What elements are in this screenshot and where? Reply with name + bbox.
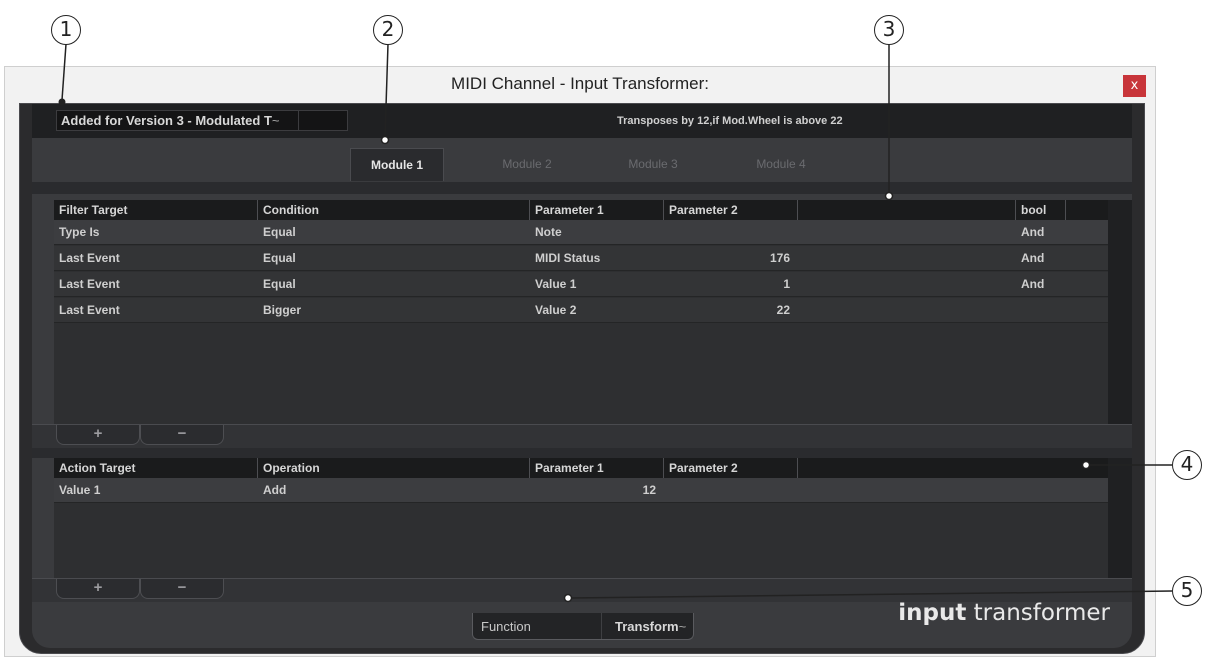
header-parameter-2[interactable]: Parameter 2 (664, 200, 798, 220)
cell-filter-target[interactable]: Last Event (54, 246, 258, 270)
remove-action-button[interactable]: − (140, 579, 224, 599)
cell-parameter-1[interactable]: 12 (530, 478, 664, 502)
header-action-target[interactable]: Action Target (54, 458, 258, 478)
close-button[interactable]: x (1123, 75, 1146, 97)
cell-parameter-2[interactable]: 22 (664, 298, 798, 322)
callout-2: 2 (373, 15, 403, 45)
cell-parameter-2[interactable]: 1 (664, 272, 798, 296)
action-table-header: Action Target Operation Parameter 1 Para… (54, 458, 1108, 478)
brand-logo: input transformer (898, 600, 1110, 626)
header-parameter-2[interactable]: Parameter 2 (664, 458, 798, 478)
header-blank[interactable] (798, 458, 1108, 478)
cell-condition[interactable]: Equal (258, 272, 530, 296)
tab-divider (32, 182, 1132, 194)
header-filter-target[interactable]: Filter Target (54, 200, 258, 220)
callout-5: 5 (1172, 576, 1202, 606)
header-condition[interactable]: Condition (258, 200, 530, 220)
add-filter-button[interactable]: + (56, 425, 140, 445)
callout-4: 4 (1172, 450, 1202, 480)
header-bool[interactable]: bool (1016, 200, 1066, 220)
brand-rest: transformer (966, 600, 1110, 626)
chevron-down-icon: ~ (678, 619, 687, 634)
cell-filter-target[interactable]: Last Event (54, 272, 258, 296)
cell-parameter-1[interactable]: Value 2 (530, 298, 664, 322)
cell-filter-target[interactable]: Type Is (54, 220, 258, 244)
tab-module-3[interactable]: Module 3 (606, 148, 700, 181)
cell-bool[interactable] (1016, 298, 1066, 322)
cell-condition[interactable]: Equal (258, 246, 530, 270)
cell-filter-target[interactable]: Last Event (54, 298, 258, 322)
cell-condition[interactable]: Bigger (258, 298, 530, 322)
function-value[interactable]: Transform~ (615, 619, 686, 634)
table-row[interactable]: Last Event Bigger Value 2 22 (54, 298, 1108, 323)
callout-1: 1 (51, 15, 81, 45)
header-operation[interactable]: Operation (258, 458, 530, 478)
preset-description: Transposes by 12,if Mod.Wheel is above 2… (617, 115, 843, 127)
function-selector[interactable]: Function Transform~ (472, 613, 694, 640)
cell-action-target[interactable]: Value 1 (54, 478, 258, 502)
preset-bar: Added for Version 3 - Modulated T~ Trans… (32, 104, 1132, 138)
input-transformer-window: MIDI Channel - Input Transformer: x Adde… (4, 66, 1156, 657)
function-value-text: Transform (615, 619, 679, 634)
preset-divider (298, 111, 299, 130)
function-label: Function (481, 619, 531, 634)
editor-panel: Added for Version 3 - Modulated T~ Trans… (32, 104, 1132, 648)
cell-bool[interactable]: And (1016, 220, 1066, 244)
add-action-button[interactable]: + (56, 579, 140, 599)
header-parameter-1[interactable]: Parameter 1 (530, 200, 664, 220)
table-row[interactable]: Type Is Equal Note And (54, 220, 1108, 245)
table-row[interactable]: Last Event Equal MIDI Status 176 And (54, 246, 1108, 271)
cell-parameter-2[interactable]: 176 (664, 246, 798, 270)
action-add-remove-bar: + − (32, 578, 1132, 602)
table-row[interactable]: Last Event Equal Value 1 1 And (54, 272, 1108, 297)
header-parameter-1[interactable]: Parameter 1 (530, 458, 664, 478)
filter-add-remove-bar: + − (32, 424, 1132, 448)
cell-parameter-1[interactable]: MIDI Status (530, 246, 664, 270)
callout-3: 3 (874, 15, 904, 45)
filter-conditions-table: Filter Target Condition Parameter 1 Para… (54, 200, 1132, 424)
editor-frame: Added for Version 3 - Modulated T~ Trans… (19, 103, 1145, 654)
title-bar: MIDI Channel - Input Transformer: x (5, 67, 1155, 103)
table-row[interactable]: Value 1 Add 12 (54, 478, 1108, 503)
header-blank[interactable] (798, 200, 1016, 220)
tab-module-1[interactable]: Module 1 (350, 148, 444, 181)
cell-bool[interactable]: And (1016, 272, 1066, 296)
tab-module-2[interactable]: Module 2 (480, 148, 574, 181)
remove-filter-button[interactable]: − (140, 425, 224, 445)
cell-parameter-1[interactable]: Note (530, 220, 664, 244)
filter-scrollbar[interactable] (1108, 200, 1132, 424)
cell-parameter-2[interactable] (664, 478, 798, 502)
preset-selector[interactable]: Added for Version 3 - Modulated T~ (56, 110, 348, 131)
brand-bold: input (898, 600, 967, 626)
filter-table-header: Filter Target Condition Parameter 1 Para… (54, 200, 1108, 220)
chevron-down-icon: ~ (271, 113, 280, 128)
cell-parameter-1[interactable]: Value 1 (530, 272, 664, 296)
cell-condition[interactable]: Equal (258, 220, 530, 244)
preset-name: Added for Version 3 - Modulated T (61, 113, 272, 128)
tab-module-4[interactable]: Module 4 (734, 148, 828, 181)
cell-operation[interactable]: Add (258, 478, 530, 502)
module-tabs: Module 1 Module 2 Module 3 Module 4 (32, 138, 1132, 182)
cell-parameter-2[interactable] (664, 220, 798, 244)
action-list-table: Action Target Operation Parameter 1 Para… (54, 458, 1132, 578)
section-divider (32, 448, 1132, 458)
window-title: MIDI Channel - Input Transformer: (451, 74, 709, 93)
cell-bool[interactable]: And (1016, 246, 1066, 270)
action-scrollbar[interactable] (1108, 458, 1132, 578)
function-divider (601, 613, 602, 639)
